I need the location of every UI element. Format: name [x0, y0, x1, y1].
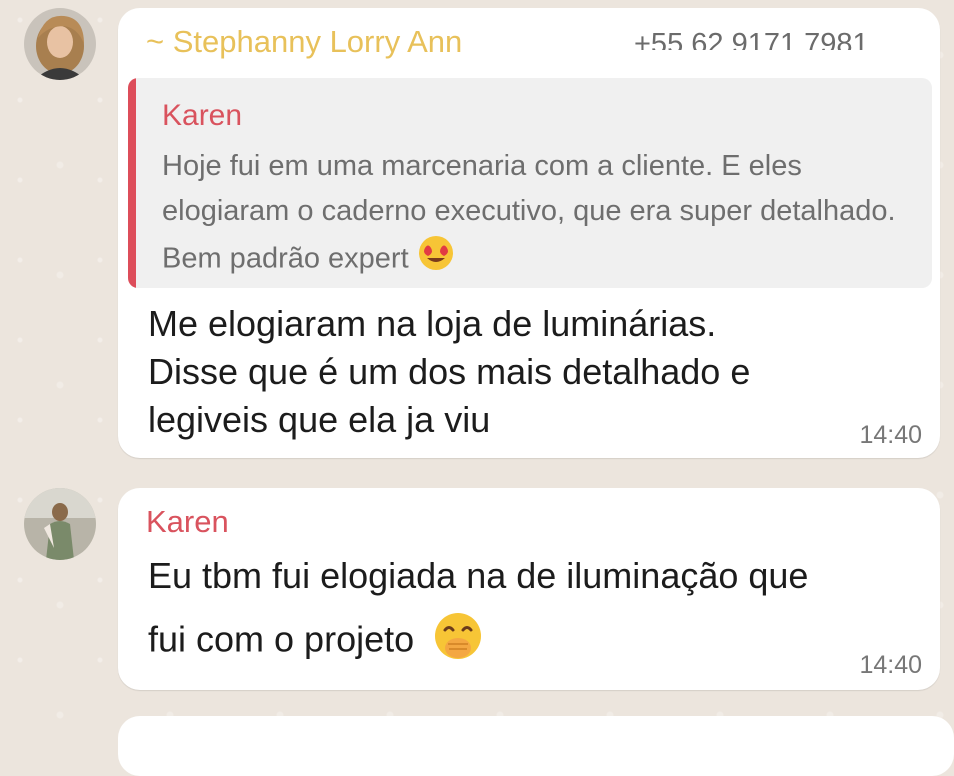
- message-line-1: Eu tbm fui elogiada na de iluminação que: [148, 555, 809, 596]
- message-time: 14:40: [859, 651, 922, 679]
- quoted-text: Hoje fui em uma marcenaria com a cliente…: [162, 144, 922, 286]
- sender-prefix: ~: [146, 24, 173, 59]
- smiling-face-with-heart-eyes-icon: [417, 234, 455, 286]
- message-time: 14:40: [859, 421, 922, 449]
- message-bubble-partial[interactable]: [118, 716, 954, 776]
- sender-name[interactable]: ~ Stephanny Lorry Ann: [146, 24, 462, 60]
- sender-name-text: Stephanny Lorry Ann: [172, 24, 463, 59]
- message-bubble[interactable]: Karen Eu tbm fui elogiada na de iluminaç…: [118, 488, 940, 690]
- message-line-3: legiveis que ela ja viu: [148, 399, 491, 440]
- message-line-1: Me elogiaram na loja de luminárias.: [148, 303, 717, 344]
- avatar-stephanny[interactable]: [24, 8, 96, 80]
- quoted-message[interactable]: Karen Hoje fui em uma marcenaria com a c…: [128, 78, 932, 288]
- sender-phone: +55 62 9171 7981: [634, 28, 869, 50]
- quote-bar: [128, 78, 136, 288]
- message-line-2-text: fui com o projeto: [148, 618, 415, 660]
- message-line-2: Disse que é um dos mais detalhado e: [148, 351, 751, 392]
- message-bubble[interactable]: ~ Stephanny Lorry Ann +55 62 9171 7981 K…: [118, 8, 940, 458]
- quoted-author: Karen: [162, 99, 243, 132]
- message-line-2: fui com o projeto: [148, 610, 484, 674]
- face-with-hand-over-mouth-icon: [432, 610, 484, 674]
- avatar-karen[interactable]: [24, 488, 96, 560]
- sender-name[interactable]: Karen: [146, 504, 229, 540]
- quoted-text-content: Hoje fui em uma marcenaria com a cliente…: [162, 150, 896, 275]
